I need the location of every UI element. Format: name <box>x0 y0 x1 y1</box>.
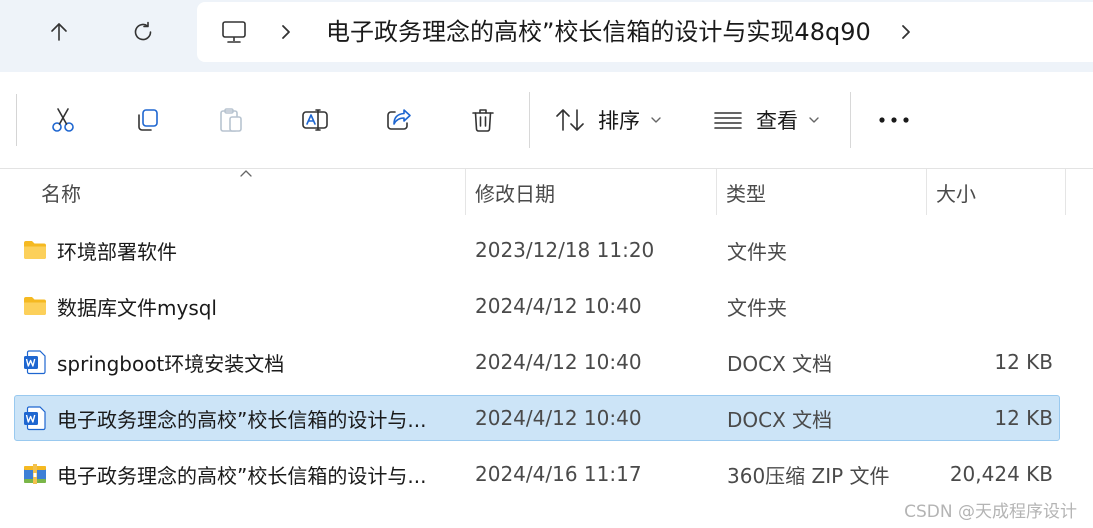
view-dropdown[interactable]: 查看 <box>712 96 832 144</box>
chevron-right-icon[interactable] <box>897 22 915 42</box>
breadcrumb-current-folder[interactable]: 电子政务理念的高校”校长信箱的设计与实现48q90 <box>326 16 871 48</box>
file-size <box>927 284 1053 328</box>
copy-button[interactable] <box>121 96 173 144</box>
zip-archive-icon <box>24 464 46 484</box>
file-type: DOCX 文档 <box>727 351 833 376</box>
file-row[interactable]: 电子政务理念的高校”校长信箱的设计与... 2024/4/16 11:17 36… <box>14 451 1060 497</box>
sort-arrows-icon <box>556 109 584 131</box>
refresh-icon <box>134 21 152 41</box>
column-header-type[interactable]: 类型 <box>716 169 926 215</box>
file-type: 360压缩 ZIP 文件 <box>727 463 890 488</box>
column-header-name[interactable]: 名称 <box>32 169 464 215</box>
cut-button[interactable] <box>37 96 89 144</box>
file-size <box>927 228 1053 272</box>
file-row[interactable]: springboot环境安装文档 2024/4/12 10:40 DOCX 文档… <box>14 339 1060 385</box>
file-size: 20,424 KB <box>949 462 1053 486</box>
file-date: 2024/4/12 10:40 <box>475 406 642 430</box>
share-button[interactable] <box>373 96 425 144</box>
file-row[interactable]: 环境部署软件 2023/12/18 11:20 文件夹 <box>14 227 1060 273</box>
sort-label: 排序 <box>598 109 640 133</box>
trash-icon <box>472 109 494 132</box>
toolbar-divider <box>850 92 851 148</box>
clipboard-icon <box>220 108 242 132</box>
file-date: 2023/12/18 11:20 <box>475 238 655 262</box>
file-name: 电子政务理念的高校”校长信箱的设计与... <box>57 463 427 488</box>
toolbar-edge <box>16 94 17 146</box>
address-box[interactable]: 电子政务理念的高校”校长信箱的设计与实现48q90 <box>197 2 1093 62</box>
file-name: springboot环境安装文档 <box>57 351 285 376</box>
copy-icon <box>138 109 158 131</box>
refresh-button[interactable] <box>121 10 165 54</box>
sort-dropdown[interactable]: 排序 <box>554 96 674 144</box>
watermark: CSDN @天成程序设计 <box>904 502 1077 522</box>
column-header-row: 名称 修改日期 类型 大小 <box>0 169 1093 215</box>
file-type: DOCX 文档 <box>727 407 833 432</box>
file-size: 12 KB <box>994 350 1053 374</box>
arrow-up-icon <box>51 23 67 41</box>
file-row[interactable]: 数据库文件mysql 2024/4/12 10:40 文件夹 <box>14 283 1060 329</box>
file-type: 文件夹 <box>727 295 787 320</box>
chevron-right-icon[interactable] <box>277 22 295 42</box>
file-date: 2024/4/16 11:17 <box>475 462 642 486</box>
file-name: 数据库文件mysql <box>57 295 217 320</box>
paste-button[interactable] <box>205 96 257 144</box>
word-doc-icon <box>24 350 46 375</box>
column-header-size[interactable]: 大小 <box>926 169 1066 215</box>
file-name: 环境部署软件 <box>57 239 177 264</box>
file-name: 电子政务理念的高校”校长信箱的设计与... <box>57 407 427 432</box>
folder-icon <box>24 241 46 259</box>
up-button[interactable] <box>37 10 81 54</box>
view-label: 查看 <box>756 109 798 133</box>
delete-button[interactable] <box>457 96 509 144</box>
file-date: 2024/4/12 10:40 <box>475 294 642 318</box>
scissors-icon <box>52 108 74 132</box>
chevron-down-icon <box>809 117 819 123</box>
column-header-date[interactable]: 修改日期 <box>465 169 716 215</box>
address-bar-region: 电子政务理念的高校”校长信箱的设计与实现48q90 <box>0 0 1093 73</box>
share-icon <box>387 109 411 130</box>
more-dots-icon <box>879 117 909 123</box>
this-pc-icon <box>222 21 246 43</box>
rename-icon <box>302 109 328 131</box>
file-size: 12 KB <box>994 406 1053 430</box>
file-date: 2024/4/12 10:40 <box>475 350 642 374</box>
chevron-down-icon <box>651 117 661 123</box>
command-toolbar: 排序 查看 <box>0 72 1093 169</box>
list-lines-icon <box>714 112 742 129</box>
toolbar-divider <box>529 92 530 148</box>
word-doc-icon <box>24 406 46 431</box>
file-row-selected[interactable]: 电子政务理念的高校”校长信箱的设计与... 2024/4/12 10:40 DO… <box>14 395 1060 441</box>
rename-button[interactable] <box>289 96 341 144</box>
folder-icon <box>24 297 46 315</box>
file-type: 文件夹 <box>727 239 787 264</box>
more-options-button[interactable] <box>868 96 920 144</box>
